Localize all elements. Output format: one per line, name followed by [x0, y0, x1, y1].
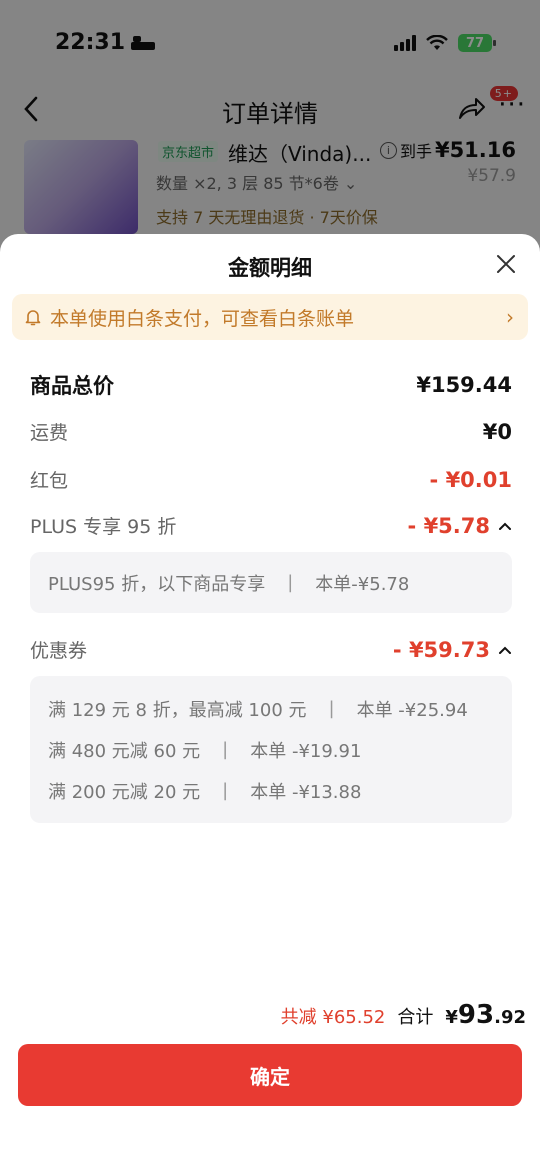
coupon-label: 优惠券 — [30, 640, 88, 662]
redpack-row: 红包 - ¥0.01 — [30, 466, 512, 493]
amount-detail-sheet: 金额明细 本单使用白条支付，可查看白条账单 › 商品总价 ¥159.44 运费 … — [0, 234, 540, 1174]
total-saved: 共减 ¥65.52 — [280, 1007, 386, 1028]
dim-overlay[interactable] — [0, 0, 540, 260]
total-amount: ¥93.92 — [445, 1000, 526, 1030]
coupon-row[interactable]: 优惠券 - ¥59.73 — [30, 636, 512, 663]
shipping-value: ¥0 — [482, 419, 512, 444]
goods-total-row: 商品总价 ¥159.44 — [30, 370, 512, 400]
goods-total-label: 商品总价 — [30, 374, 114, 398]
redpack-label: 红包 — [30, 470, 69, 492]
coupon-line: 满 129 元 8 折，最高减 100 元 | 本单 -¥25.94 — [48, 698, 468, 721]
coupon-line: 满 480 元减 60 元 | 本单 -¥19.91 — [48, 739, 362, 762]
plus-discount-row[interactable]: PLUS 专享 95 折 - ¥5.78 — [30, 512, 512, 539]
notice-text: 本单使用白条支付，可查看白条账单 — [50, 307, 355, 330]
sheet-title: 金额明细 — [228, 256, 312, 280]
plus-discount-label: PLUS 专享 95 折 — [30, 516, 177, 538]
bell-icon — [25, 310, 41, 326]
goods-total-value: ¥159.44 — [416, 373, 512, 397]
plus-detail-box: PLUS95 折，以下商品专享 | 本单-¥5.78 — [30, 552, 512, 613]
total-label: 合计 — [397, 1007, 434, 1028]
chevron-right-icon: › — [506, 305, 514, 329]
chevron-up-icon[interactable] — [498, 645, 512, 655]
plus-discount-value: - ¥5.78 — [407, 513, 490, 538]
close-icon[interactable] — [494, 252, 518, 276]
confirm-button[interactable]: 确定 — [18, 1044, 522, 1106]
baitiao-notice[interactable]: 本单使用白条支付，可查看白条账单 › — [12, 294, 528, 340]
coupon-detail-box: 满 129 元 8 折，最高减 100 元 | 本单 -¥25.94 满 480… — [30, 676, 512, 823]
coupon-line: 满 200 元减 20 元 | 本单 -¥13.88 — [48, 780, 362, 803]
plus-detail-line: PLUS95 折，以下商品专享 | 本单-¥5.78 — [48, 572, 410, 595]
redpack-value: - ¥0.01 — [429, 467, 512, 492]
coupon-value: - ¥59.73 — [392, 637, 490, 662]
chevron-up-icon[interactable] — [498, 521, 512, 531]
shipping-row: 运费 ¥0 — [30, 418, 512, 445]
shipping-label: 运费 — [30, 422, 69, 444]
order-summary: 共减 ¥65.52 合计 ¥93.92 — [281, 1000, 526, 1030]
